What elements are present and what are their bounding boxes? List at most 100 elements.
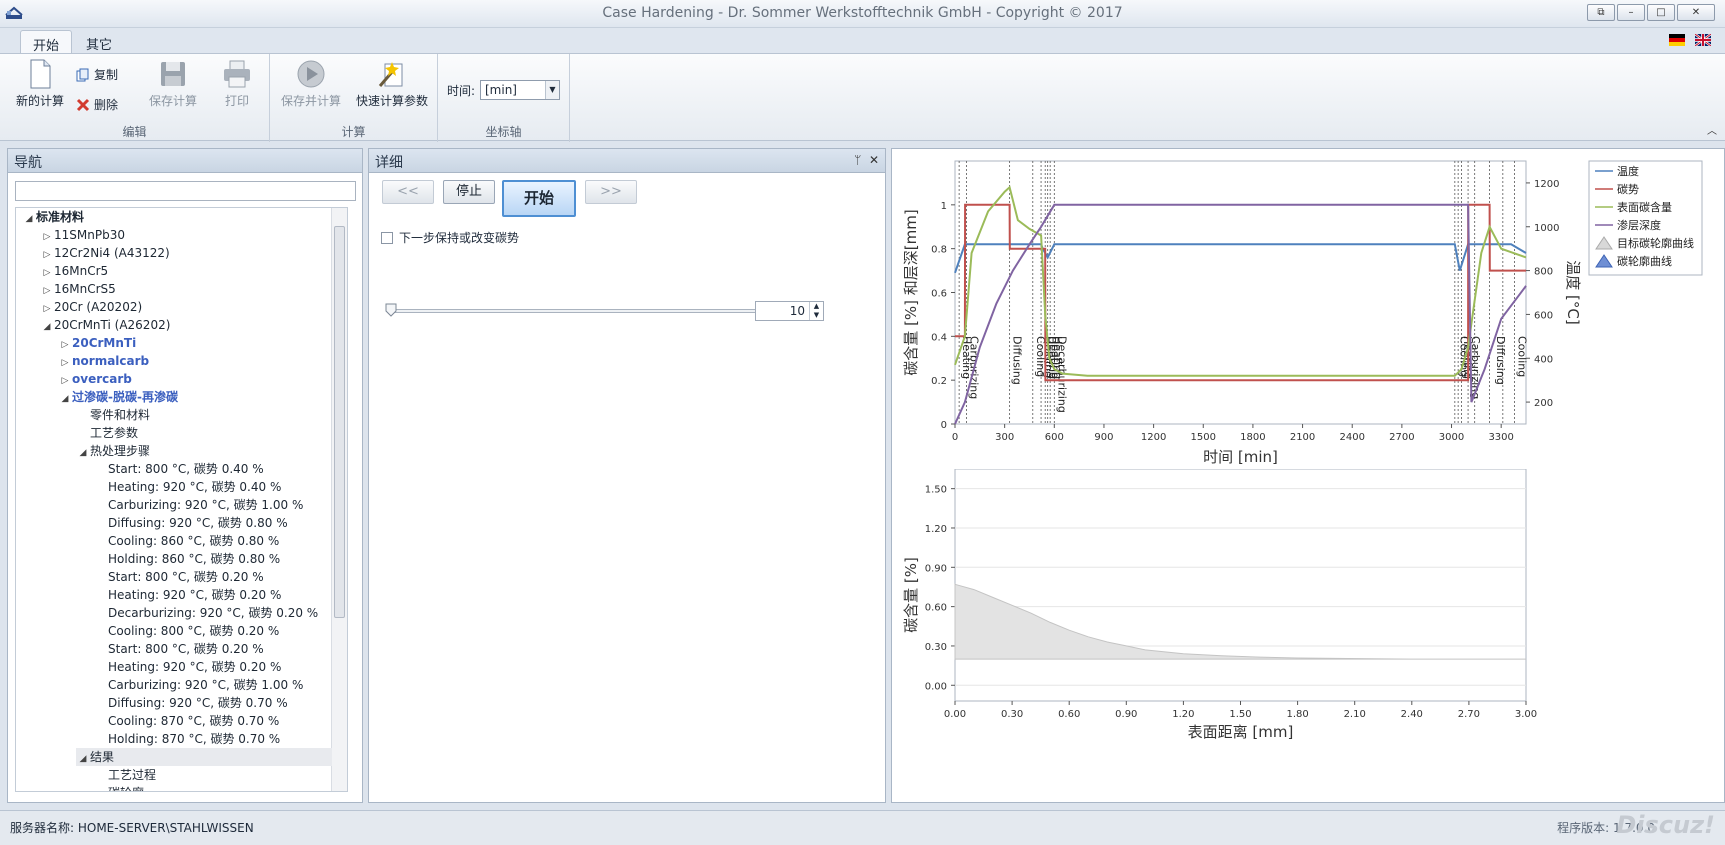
expand-toggle-icon[interactable]: ◢ [40,318,54,336]
expand-toggle-icon[interactable]: ◢ [76,750,90,768]
process-chart[interactable]: HeatingCarburizing Diffusing CoolingHoldin… [892,149,1725,469]
tree-node[interactable]: ▷ 16MnCrS5 [40,280,332,298]
tree-node[interactable]: ▷ 20CrMnTi [58,334,332,352]
tree-node[interactable]: 零件和材料 [76,406,332,424]
quick-params-button[interactable]: 快速计算参数 [352,58,432,109]
tree-node[interactable]: Diffusing: 920 °C, 碳势 0.70 % [94,694,332,712]
expand-toggle-icon[interactable]: ◢ [22,210,36,228]
maximize-button[interactable]: □ [1647,4,1675,21]
print-button[interactable]: 打印 [212,58,262,109]
restore-icon[interactable]: ⧉ [1587,4,1615,21]
tab-other[interactable]: 其它 [74,30,124,53]
y-axis-label: 碳含量 [%] [902,557,920,633]
time-unit-select[interactable]: [min] ▼ [480,80,560,100]
y-tick-label: 0.00 [925,681,947,692]
tree-scrollbar[interactable] [331,208,347,791]
tree-node[interactable]: Heating: 920 °C, 碳势 0.20 % [94,586,332,604]
start-button[interactable]: 开始 [502,180,576,217]
tree-node[interactable]: Carburizing: 920 °C, 碳势 1.00 % [94,676,332,694]
close-panel-icon[interactable]: ✕ [869,153,879,167]
tree-node[interactable]: Diffusing: 920 °C, 碳势 0.80 % [94,514,332,532]
spin-down-icon[interactable]: ▼ [814,311,819,319]
nav-panel: 导航 ◢ 标准材料 ▷ 11SMnPb30 ▷ 12Cr2Ni4 (A43122) ▷ 16M… [7,148,363,803]
minimize-button[interactable]: – [1617,4,1645,21]
copy-button[interactable]: 复制 [76,66,118,83]
tree-node-label: 16MnCr5 [54,264,109,278]
calc-group-label: 计算 [341,125,366,139]
new-calc-button[interactable]: 新的计算 [10,58,70,109]
keep-carbon-checkbox[interactable] [381,231,393,244]
tab-start[interactable]: 开始 [20,30,73,54]
tree-node[interactable]: Decarburizing: 920 °C, 碳势 0.20 % [94,604,332,622]
uk-flag-icon[interactable] [1695,34,1711,46]
tree-node[interactable]: ▷ 16MnCr5 [40,262,332,280]
tree-node[interactable]: 工艺过程 [94,766,332,784]
close-button[interactable]: ✕ [1677,4,1715,21]
spin-up-icon[interactable]: ▲ [814,302,819,310]
tree-node[interactable]: ◢ 结果 [76,748,332,766]
tree-node-label: 工艺参数 [90,426,139,440]
delete-button[interactable]: 删除 [76,96,118,113]
details-panel: 详细 ᛘ ✕ << 停止 开始 >> 下一步保持或改变碳势 10 ▲ ▼ [368,148,886,803]
save-calc-button[interactable]: 保存计算 [143,58,203,109]
tree-node[interactable]: Cooling: 860 °C, 碳势 0.80 % [94,532,332,550]
expand-toggle-icon[interactable]: ◢ [76,444,90,462]
tree-node[interactable]: ▷ 20Cr (A20202) [40,298,332,316]
tree-node[interactable]: Carburizing: 920 °C, 碳势 1.00 % [94,496,332,514]
tree-node[interactable]: ◢ 标准材料 [22,208,332,226]
tree-node-label: 11SMnPb30 [54,228,125,242]
x-tick-label: 2400 [1339,432,1364,443]
tree-node[interactable]: Cooling: 800 °C, 碳势 0.20 % [94,622,332,640]
tree-node[interactable]: Start: 800 °C, 碳势 0.40 % [94,460,332,478]
y-tick-label: 0.4 [931,332,947,343]
tree-node[interactable]: Start: 800 °C, 碳势 0.20 % [94,568,332,586]
tree-node[interactable]: ▷ normalcarb [58,352,332,370]
ribbon: 新的计算 复制 删除 保存计算 打印 编辑 保存并计算 快速计算参数 计算 时间… [0,53,1725,142]
tree-node-label: Diffusing: 920 °C, 碳势 0.70 % [108,696,288,710]
window-title: Case Hardening - Dr. Sommer Werkstofftec… [602,5,1123,21]
keep-carbon-checkbox-row[interactable]: 下一步保持或改变碳势 [381,229,519,246]
time-label: 时间: [447,84,476,98]
tree-node[interactable]: ◢ 过渗碳-脱碳-再渗碳 [58,388,332,406]
save-and-calc-button[interactable]: 保存并计算 [278,58,344,109]
nav-search-input[interactable] [15,181,356,201]
y2-axis-label: 温度 [°C] [1564,260,1582,324]
german-flag-icon[interactable] [1669,34,1685,46]
slider-thumb[interactable] [385,303,397,317]
tree-node[interactable]: Cooling: 870 °C, 碳势 0.70 % [94,712,332,730]
nav-tree: ◢ 标准材料 ▷ 11SMnPb30 ▷ 12Cr2Ni4 (A43122) ▷ 16MnCr… [15,207,348,792]
tree-node[interactable]: Heating: 920 °C, 碳势 0.40 % [94,478,332,496]
tree-node-label: 20Cr (A20202) [54,300,143,314]
tree-node[interactable]: Start: 800 °C, 碳势 0.20 % [94,640,332,658]
tree-node[interactable]: Heating: 920 °C, 碳势 0.20 % [94,658,332,676]
stop-button[interactable]: 停止 [443,180,495,204]
tree-node[interactable]: ▷ 12Cr2Ni4 (A43122) [40,244,332,262]
tree-node-label: Diffusing: 920 °C, 碳势 0.80 % [108,516,288,530]
tree-node-label: Heating: 920 °C, 碳势 0.20 % [108,588,282,602]
tree-node[interactable]: Holding: 860 °C, 碳势 0.80 % [94,550,332,568]
tree-node[interactable]: 工艺参数 [76,424,332,442]
x-axis-label: 表面距离 [mm] [1188,723,1294,741]
tree-node-label: Cooling: 800 °C, 碳势 0.20 % [108,624,280,638]
step-slider-track[interactable] [391,309,761,313]
next-step-button[interactable]: >> [585,180,637,204]
scrollbar-thumb[interactable] [334,226,345,618]
x-tick-label: 1200 [1141,432,1166,443]
x-tick-label: 0.60 [1058,709,1080,720]
tree-node[interactable]: ◢ 热处理步骤 [76,442,332,460]
save-icon [161,62,185,86]
prev-step-button[interactable]: << [382,180,434,204]
tree-node[interactable]: ▷ 11SMnPb30 [40,226,332,244]
tree-node[interactable]: ◢ 20CrMnTi (A26202) [40,316,332,334]
y2-tick-label: 1200 [1534,179,1559,190]
tree-node[interactable]: 碳轮廓 [94,784,332,791]
carbon-profile-chart[interactable]: 0.00 0.30 0.60 0.90 1.20 1.50 0.00 0.30 0.60 0.90… [892,469,1725,799]
pin-icon[interactable]: ᛘ [854,153,861,167]
chevron-down-icon[interactable]: ▼ [545,81,559,99]
tree-node[interactable]: ▷ overcarb [58,370,332,388]
expand-toggle-icon[interactable]: ◢ [58,390,72,408]
collapse-ribbon-icon[interactable]: ︿ [1707,122,1717,137]
tree-node[interactable]: Holding: 870 °C, 碳势 0.70 % [94,730,332,748]
step-spinbox[interactable]: 10 ▲ ▼ [755,301,824,321]
legend-label: 渗层深度 [1617,218,1661,232]
